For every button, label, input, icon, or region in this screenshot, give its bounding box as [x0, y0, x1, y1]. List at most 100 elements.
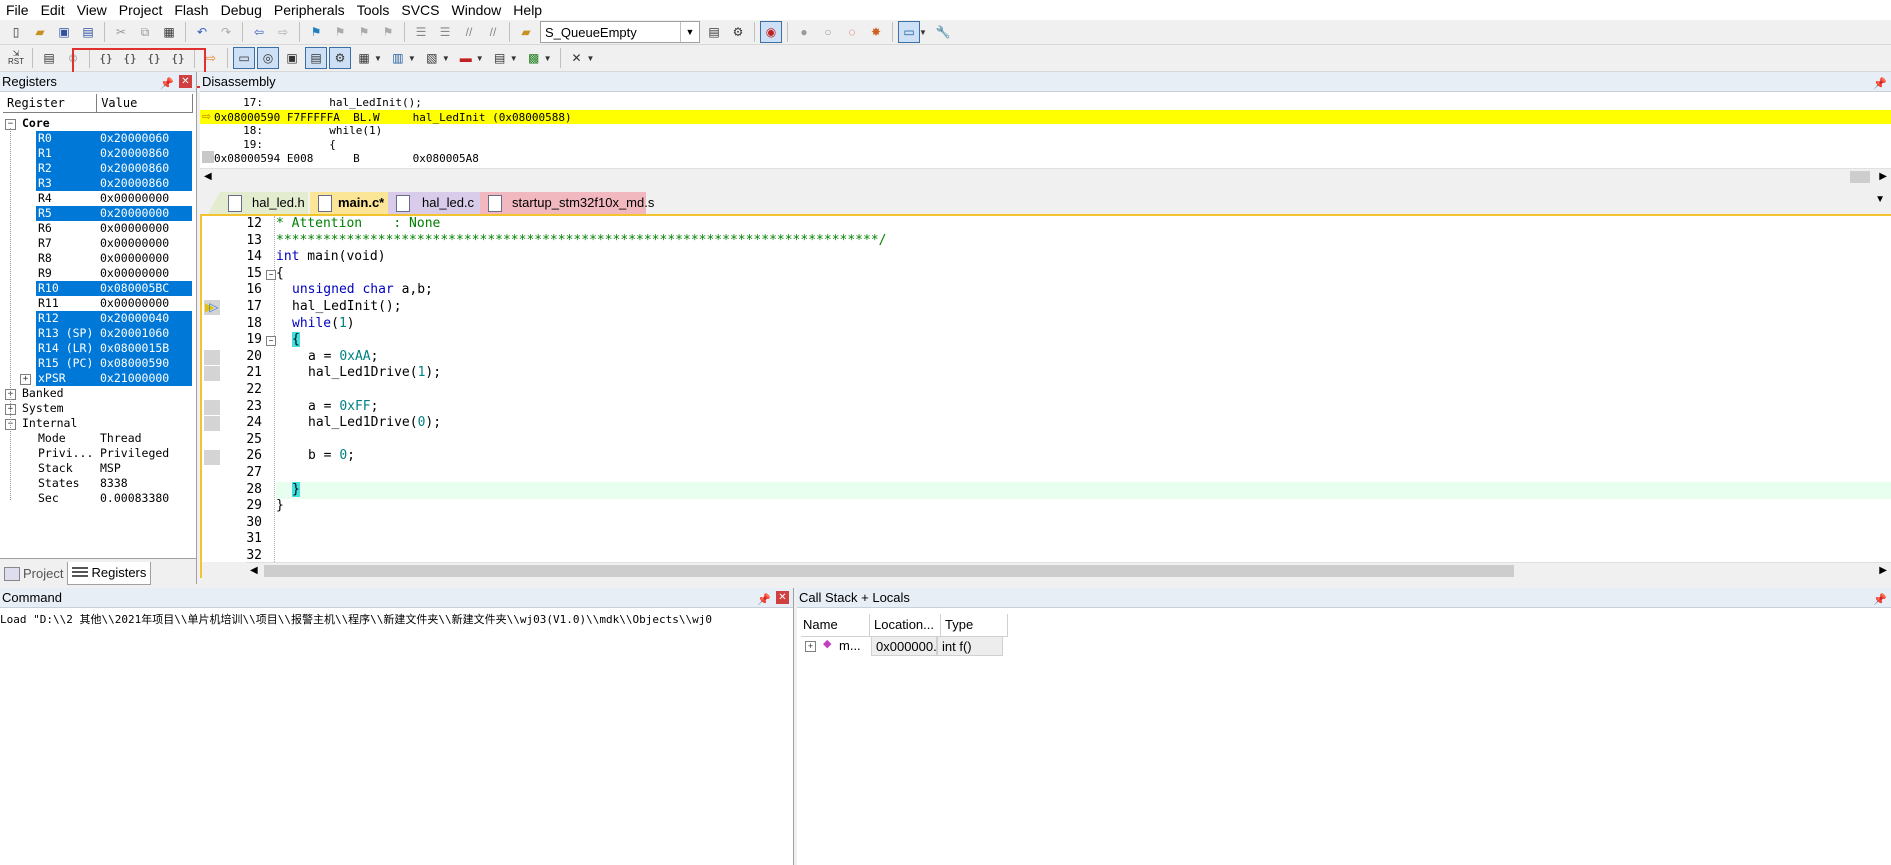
- register-row[interactable]: R7 0x00000000: [0, 236, 192, 251]
- register-value[interactable]: 0x00000000: [100, 251, 169, 266]
- dropdown-arrow-icon[interactable]: ▼: [919, 28, 927, 37]
- col-location[interactable]: Location...: [870, 614, 941, 636]
- tree-node-banked[interactable]: + Banked: [0, 386, 192, 401]
- bookmark-prev-icon[interactable]: ⚑: [329, 21, 351, 43]
- register-value[interactable]: 0x20000040: [100, 311, 169, 326]
- find-icon[interactable]: ▤: [703, 21, 725, 43]
- register-row[interactable]: R0 0x20000060: [0, 131, 192, 146]
- bookmark-next-icon[interactable]: ⚑: [353, 21, 375, 43]
- call-stack-window-icon[interactable]: ⚙: [329, 47, 351, 69]
- register-row[interactable]: R11 0x00000000: [0, 296, 192, 311]
- tab-registers[interactable]: Registers: [67, 562, 152, 585]
- menu-view[interactable]: View: [71, 0, 113, 20]
- scroll-right-icon[interactable]: ▶: [1879, 563, 1887, 579]
- menu-project[interactable]: Project: [113, 0, 169, 20]
- editor-hscrollbar[interactable]: ◀ ▶: [246, 562, 1891, 579]
- breakpoint-kill-all-icon[interactable]: ✸: [865, 21, 887, 43]
- fold-collapse-icon[interactable]: −: [266, 270, 276, 280]
- col-name[interactable]: Name: [801, 614, 870, 636]
- configure-icon[interactable]: 🔧: [932, 21, 954, 43]
- dropdown-arrow-icon[interactable]: ▼: [510, 54, 518, 63]
- tab-main-c[interactable]: main.c*: [310, 192, 398, 214]
- uncomment-icon[interactable]: //: [482, 21, 504, 43]
- register-row[interactable]: R4 0x00000000: [0, 191, 192, 206]
- indent-icon[interactable]: ☰: [410, 21, 432, 43]
- serial-window-icon[interactable]: ▧: [421, 47, 443, 69]
- symbols-window-icon[interactable]: ▣: [281, 47, 303, 69]
- register-value[interactable]: 0x00000000: [100, 221, 169, 236]
- disassembly-view[interactable]: ⇨ 17: hal_LedInit(); 0x08000590 F7FFFFFA…: [200, 94, 1891, 170]
- scrollbar-thumb[interactable]: [264, 565, 1514, 577]
- breakpoint-insert-icon[interactable]: ●: [793, 21, 815, 43]
- register-row[interactable]: R12 0x20000040: [0, 311, 192, 326]
- register-row[interactable]: R9 0x00000000: [0, 266, 192, 281]
- redo-icon[interactable]: ↷: [215, 21, 237, 43]
- register-value[interactable]: 0x08000590: [100, 356, 169, 371]
- command-output[interactable]: Load "D:\\2 其他\\2021年项目\\单片机培训\\项目\\报警主机…: [0, 612, 790, 628]
- find-in-files-icon[interactable]: ▰: [515, 21, 537, 43]
- register-row[interactable]: R3 0x20000860: [0, 176, 192, 191]
- col-register[interactable]: Register: [3, 94, 98, 112]
- new-file-icon[interactable]: ▯: [5, 21, 27, 43]
- col-type[interactable]: Type: [941, 614, 1008, 636]
- register-value[interactable]: 0x20000000: [100, 206, 169, 221]
- registers-window-icon[interactable]: ▤: [305, 47, 327, 69]
- tabs-menu-chevron-icon[interactable]: ▼: [1875, 194, 1885, 205]
- expand-icon[interactable]: +: [805, 641, 816, 652]
- register-value[interactable]: 0x20000060: [100, 131, 169, 146]
- menu-help[interactable]: Help: [507, 0, 548, 20]
- breakpoint-disable-all-icon[interactable]: ◌: [841, 21, 863, 43]
- scroll-right-icon[interactable]: ▶: [1879, 169, 1887, 185]
- system-viewer-icon[interactable]: ▩: [523, 47, 545, 69]
- menu-file[interactable]: File: [0, 0, 35, 20]
- scroll-left-icon[interactable]: ◀: [204, 169, 212, 185]
- register-row[interactable]: R15 (PC) 0x08000590: [0, 356, 192, 371]
- register-row[interactable]: + xPSR 0x21000000: [0, 371, 192, 386]
- comment-icon[interactable]: //: [458, 21, 480, 43]
- menu-window[interactable]: Window: [446, 0, 508, 20]
- dropdown-arrow-icon[interactable]: ▼: [587, 54, 595, 63]
- dropdown-arrow-icon[interactable]: ▼: [408, 54, 416, 63]
- code-editor[interactable]: ▶▷ − − * Attention : None **************…: [202, 216, 1891, 562]
- target-select[interactable]: S_QueueEmpty ▼: [540, 21, 700, 43]
- command-window-icon[interactable]: ▭: [233, 47, 255, 69]
- pin-icon[interactable]: 📌: [1873, 590, 1887, 610]
- undo-icon[interactable]: ↶: [191, 21, 213, 43]
- dropdown-arrow-icon[interactable]: ▼: [544, 54, 552, 63]
- watch-window-icon[interactable]: ▦: [353, 47, 375, 69]
- register-row[interactable]: R13 (SP) 0x20001060: [0, 326, 192, 341]
- register-value[interactable]: 0x20000860: [100, 161, 169, 176]
- incremental-find-icon[interactable]: ⚙: [727, 21, 749, 43]
- dropdown-arrow-icon[interactable]: ▼: [476, 54, 484, 63]
- tab-project[interactable]: Project: [0, 563, 67, 585]
- register-row[interactable]: R6 0x00000000: [0, 221, 192, 236]
- register-row[interactable]: R8 0x00000000: [0, 251, 192, 266]
- col-value[interactable]: Value: [97, 94, 193, 112]
- cut-icon[interactable]: ✂: [110, 21, 132, 43]
- internal-row[interactable]: Privi... Privileged: [0, 446, 192, 461]
- menu-edit[interactable]: Edit: [35, 0, 71, 20]
- register-value[interactable]: 0x00000000: [100, 191, 169, 206]
- nav-forward-icon[interactable]: ⇨: [272, 21, 294, 43]
- menu-flash[interactable]: Flash: [168, 0, 214, 20]
- scrollbar-thumb[interactable]: [1850, 171, 1870, 183]
- register-row[interactable]: R5 0x20000000: [0, 206, 192, 221]
- register-value[interactable]: 0x080005BC: [100, 281, 169, 296]
- tree-node-system[interactable]: + System: [0, 401, 192, 416]
- close-icon[interactable]: ✕: [776, 591, 789, 604]
- internal-row[interactable]: States 8338: [0, 476, 192, 491]
- menu-debug[interactable]: Debug: [215, 0, 268, 20]
- unindent-icon[interactable]: ☰: [434, 21, 456, 43]
- open-folder-icon[interactable]: ▰: [29, 21, 51, 43]
- window-layout-icon[interactable]: ▭: [898, 21, 920, 43]
- pin-icon[interactable]: 📌: [1873, 74, 1887, 94]
- paste-icon[interactable]: ▦: [158, 21, 180, 43]
- register-row[interactable]: R2 0x20000860: [0, 161, 192, 176]
- close-icon[interactable]: ✕: [179, 75, 192, 88]
- tab-startup-s[interactable]: startup_stm32f10x_md.s: [480, 192, 654, 214]
- register-row[interactable]: R1 0x20000860: [0, 146, 192, 161]
- dropdown-arrow-icon[interactable]: ▼: [374, 54, 382, 63]
- menu-svcs[interactable]: SVCS: [395, 0, 445, 20]
- internal-row[interactable]: Mode Thread: [0, 431, 192, 446]
- register-value[interactable]: 0x20000860: [100, 146, 169, 161]
